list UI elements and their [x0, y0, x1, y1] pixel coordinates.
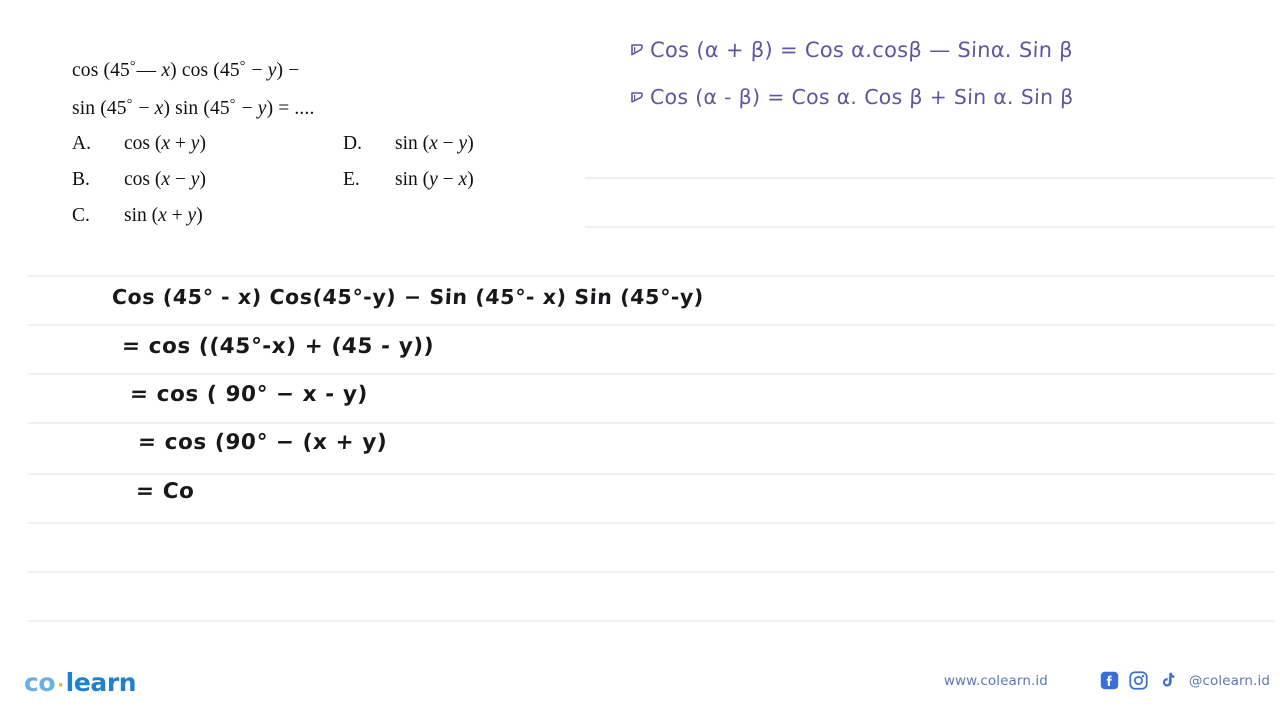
rule-line — [28, 522, 1275, 524]
rule-line — [28, 275, 1275, 277]
choice-label-e: E. — [343, 169, 360, 190]
degree-symbol: ° — [126, 97, 133, 112]
facebook-icon[interactable] — [1100, 671, 1119, 690]
identity-row: Cos (α - β) = Cos α. Cos β + Sin α. Sin … — [630, 85, 1260, 132]
solution-line-1: Cos (45° - x) Cos(45°-y) − Sin (45°- x) … — [111, 285, 705, 309]
question-line-1: cos (45°— x) cos (45° − y) − — [72, 59, 300, 81]
choice-label-a: A. — [72, 133, 91, 154]
choice-label-b: B. — [72, 169, 90, 190]
solution-line-4: = cos (90° − (x + y) — [137, 430, 388, 455]
question-line-2: sin (45° − x) sin (45° − y) = .... — [72, 97, 315, 119]
logo-dot-separator: · — [57, 675, 64, 696]
choice-row: B. cos (x − y) E. sin (y − x) — [72, 169, 542, 205]
degree-symbol: ° — [239, 59, 246, 74]
colearn-logo: co ·learn — [24, 668, 137, 697]
tiktok-icon[interactable] — [1158, 671, 1177, 690]
rule-line — [28, 373, 1275, 375]
answer-choice-a[interactable]: A. cos (x + y) — [72, 133, 206, 155]
answer-choices: A. cos (x + y) D. sin (x − y) B. cos (x − y… — [72, 133, 542, 241]
rule-line-partial — [585, 177, 1275, 179]
triangle-flag-bullet-icon — [630, 85, 650, 104]
degree-symbol: ° — [229, 97, 236, 112]
answer-choice-e[interactable]: E. sin (y − x) — [343, 169, 474, 191]
question-statement: cos (45°— x) cos (45° − y) − sin (45° − … — [72, 50, 542, 126]
answer-choice-d[interactable]: D. sin (x − y) — [343, 133, 474, 155]
triangle-flag-bullet-icon — [630, 38, 650, 57]
handwritten-identities: Cos (α + β) = Cos α.cosβ — Sinα. Sin β C… — [630, 38, 1260, 132]
solution-line-3: = cos ( 90° − x - y) — [129, 382, 369, 407]
choice-row: C. sin (x + y) — [72, 205, 542, 241]
social-handle[interactable]: @colearn.id — [1189, 673, 1270, 689]
solution-line-2: = cos ((45°-x) + (45 - y)) — [121, 334, 435, 359]
rule-line — [28, 620, 1275, 622]
answer-choice-b[interactable]: B. cos (x − y) — [72, 169, 206, 191]
identity-text-sum: Cos (α + β) = Cos α.cosβ — Sinα. Sin β — [649, 38, 1074, 62]
logo-text-learn: learn — [65, 668, 137, 697]
footer-links: www.colearn.id @colearn.id — [944, 671, 1270, 690]
rule-line — [28, 473, 1275, 475]
degree-symbol: ° — [129, 59, 136, 74]
choice-row: A. cos (x + y) D. sin (x − y) — [72, 133, 542, 169]
solution-line-5: = Co — [135, 479, 196, 504]
rule-line — [28, 324, 1275, 326]
instagram-icon[interactable] — [1129, 671, 1148, 690]
identity-text-difference: Cos (α - β) = Cos α. Cos β + Sin α. Sin … — [649, 85, 1075, 109]
identity-row: Cos (α + β) = Cos α.cosβ — Sinα. Sin β — [630, 38, 1260, 85]
rule-line — [28, 422, 1275, 424]
choice-label-c: C. — [72, 205, 90, 226]
choice-label-d: D. — [343, 133, 362, 154]
rule-line — [28, 571, 1275, 573]
rule-line-partial — [585, 226, 1275, 228]
website-url[interactable]: www.colearn.id — [944, 673, 1048, 689]
answer-choice-c[interactable]: C. sin (x + y) — [72, 205, 203, 227]
logo-text-co: co — [24, 668, 56, 697]
